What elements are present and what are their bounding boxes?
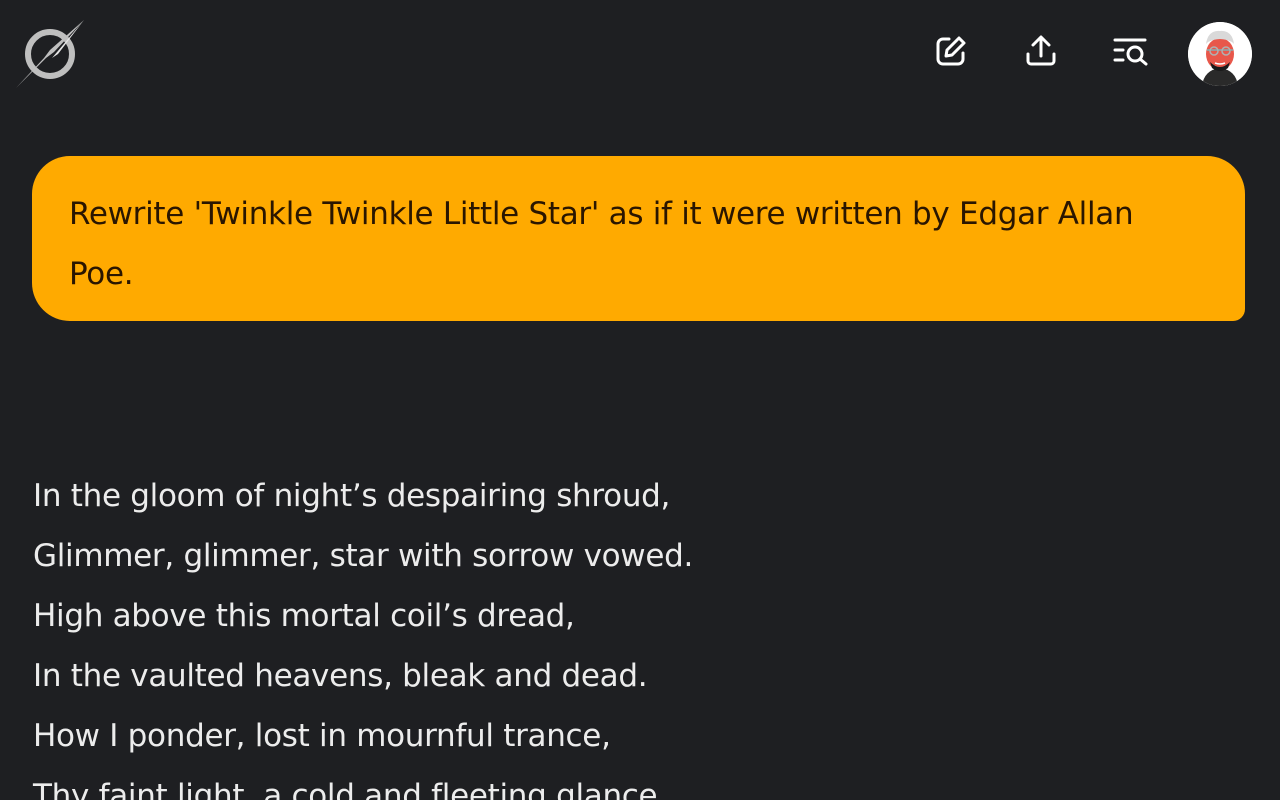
list-search-icon [1111, 33, 1151, 73]
response-line: How I ponder, lost in mournful trance, [33, 718, 611, 754]
edit-square-icon [933, 33, 969, 73]
top-bar [0, 0, 1280, 110]
share-button[interactable] [1018, 30, 1064, 76]
response-line: Thy faint light, a cold and fleeting gla… [33, 778, 667, 800]
upload-share-icon [1023, 33, 1059, 73]
chat-app: Rewrite 'Twinkle Twinkle Little Star' as… [0, 0, 1280, 800]
response-line: In the gloom of night’s despairing shrou… [33, 478, 671, 514]
response-line: In the vaulted heavens, bleak and dead. [33, 658, 648, 694]
user-message-bubble: Rewrite 'Twinkle Twinkle Little Star' as… [32, 156, 1245, 321]
assistant-response: In the gloom of night’s despairing shrou… [33, 466, 1213, 800]
search-history-button[interactable] [1108, 30, 1154, 76]
response-line: High above this mortal coil’s dread, [33, 598, 575, 634]
user-message-text: Rewrite 'Twinkle Twinkle Little Star' as… [69, 196, 1134, 292]
new-chat-button[interactable] [928, 30, 974, 76]
user-avatar-icon[interactable] [1188, 22, 1252, 86]
compass-logo-icon[interactable] [14, 18, 88, 90]
response-line: Glimmer, glimmer, star with sorrow vowed… [33, 538, 694, 574]
